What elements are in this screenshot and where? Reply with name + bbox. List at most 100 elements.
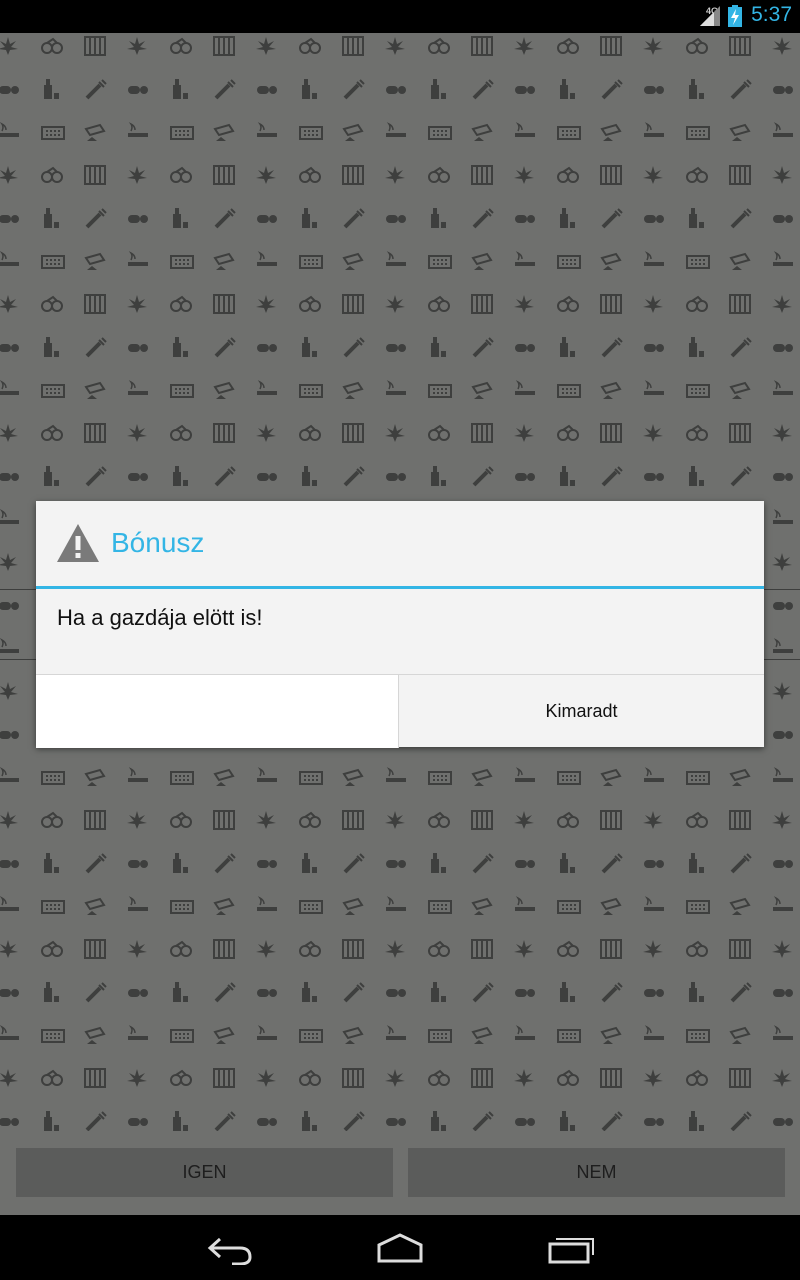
pattern-glyph [213, 36, 235, 56]
pattern-glyph [471, 381, 493, 399]
pattern-glyph [0, 424, 18, 442]
title-divider [36, 586, 764, 589]
pattern-glyph [557, 771, 581, 785]
pattern-glyph [515, 344, 535, 352]
back-icon[interactable] [206, 1231, 254, 1265]
pattern-glyph [431, 982, 446, 1002]
pattern-glyph [343, 79, 365, 100]
pattern-glyph [128, 860, 148, 868]
pattern-glyph [515, 86, 535, 94]
pattern-glyph [299, 384, 323, 398]
pattern-glyph [170, 1029, 194, 1043]
pattern-glyph [773, 122, 793, 137]
pattern-glyph [514, 37, 534, 55]
pattern-glyph [600, 1068, 622, 1088]
pattern-glyph [385, 37, 405, 55]
pattern-glyph [256, 166, 276, 184]
pattern-glyph [689, 208, 704, 228]
pattern-glyph [85, 982, 107, 1003]
pattern-glyph [644, 860, 664, 868]
pattern-glyph [644, 1118, 664, 1126]
pattern-glyph [431, 853, 446, 873]
pattern-glyph [730, 982, 752, 1003]
pattern-glyph [257, 86, 277, 94]
pattern-glyph [773, 989, 793, 997]
pattern-glyph [41, 37, 63, 54]
pattern-glyph [44, 1111, 59, 1131]
pattern-glyph [257, 344, 277, 352]
pattern-glyph [644, 380, 664, 395]
pattern-glyph [257, 767, 277, 782]
pattern-glyph [0, 811, 18, 829]
pattern-glyph [213, 810, 235, 830]
pattern-glyph [773, 896, 793, 911]
yes-button[interactable]: IGEN [16, 1148, 393, 1197]
pattern-glyph [557, 37, 579, 54]
pattern-glyph [44, 466, 59, 486]
pattern-glyph [471, 423, 493, 443]
pattern-glyph [342, 897, 364, 915]
recents-icon[interactable] [547, 1231, 595, 1265]
pattern-glyph [557, 900, 581, 914]
pattern-glyph [170, 295, 192, 312]
pattern-glyph [299, 166, 321, 183]
pattern-glyph [773, 731, 793, 739]
pattern-glyph [385, 424, 405, 442]
pattern-glyph [299, 37, 321, 54]
pattern-glyph [428, 940, 450, 957]
pattern-glyph [773, 344, 793, 352]
pattern-glyph [213, 381, 235, 399]
pattern-glyph [342, 36, 364, 56]
pattern-glyph [257, 1025, 277, 1040]
pattern-glyph [431, 337, 446, 357]
pattern-glyph [386, 1025, 406, 1040]
pattern-glyph [173, 853, 188, 873]
pattern-glyph [302, 337, 317, 357]
pattern-glyph [428, 1069, 450, 1086]
pattern-glyph [342, 768, 364, 786]
pattern-glyph [85, 208, 107, 229]
pattern-glyph [173, 79, 188, 99]
pattern-glyph [643, 295, 663, 313]
pattern-glyph [257, 215, 277, 223]
pattern-glyph [0, 896, 19, 911]
pattern-glyph [686, 1029, 710, 1043]
pattern-glyph [342, 123, 364, 141]
pattern-glyph [515, 1118, 535, 1126]
pattern-glyph [557, 166, 579, 183]
pattern-glyph [601, 208, 623, 229]
pattern-glyph [342, 381, 364, 399]
pattern-glyph [84, 768, 106, 786]
skipped-button[interactable]: Kimaradt [399, 675, 764, 748]
pattern-glyph [213, 768, 235, 786]
pattern-glyph [729, 1026, 751, 1044]
pattern-glyph [0, 553, 18, 571]
no-button[interactable]: NEM [408, 1148, 785, 1197]
pattern-glyph [515, 860, 535, 868]
pattern-glyph [772, 811, 792, 829]
pattern-glyph [557, 811, 579, 828]
pattern-glyph [343, 466, 365, 487]
pattern-glyph [689, 853, 704, 873]
pattern-glyph [557, 1069, 579, 1086]
pattern-glyph [385, 811, 405, 829]
dialog-left-button[interactable] [36, 675, 398, 748]
pattern-glyph [386, 1118, 406, 1126]
pattern-glyph [600, 939, 622, 959]
pattern-glyph [386, 989, 406, 997]
pattern-glyph [557, 255, 581, 269]
pattern-glyph [428, 1029, 452, 1043]
pattern-glyph [41, 424, 63, 441]
pattern-glyph [686, 424, 708, 441]
pattern-glyph [730, 853, 752, 874]
pattern-glyph [772, 553, 792, 571]
pattern-glyph [299, 295, 321, 312]
pattern-glyph [0, 1118, 19, 1126]
home-icon[interactable] [376, 1231, 424, 1265]
pattern-glyph [689, 466, 704, 486]
pattern-glyph [128, 344, 148, 352]
pattern-glyph [773, 860, 793, 868]
pattern-glyph [128, 251, 148, 266]
pattern-glyph [600, 165, 622, 185]
pattern-glyph [0, 940, 18, 958]
